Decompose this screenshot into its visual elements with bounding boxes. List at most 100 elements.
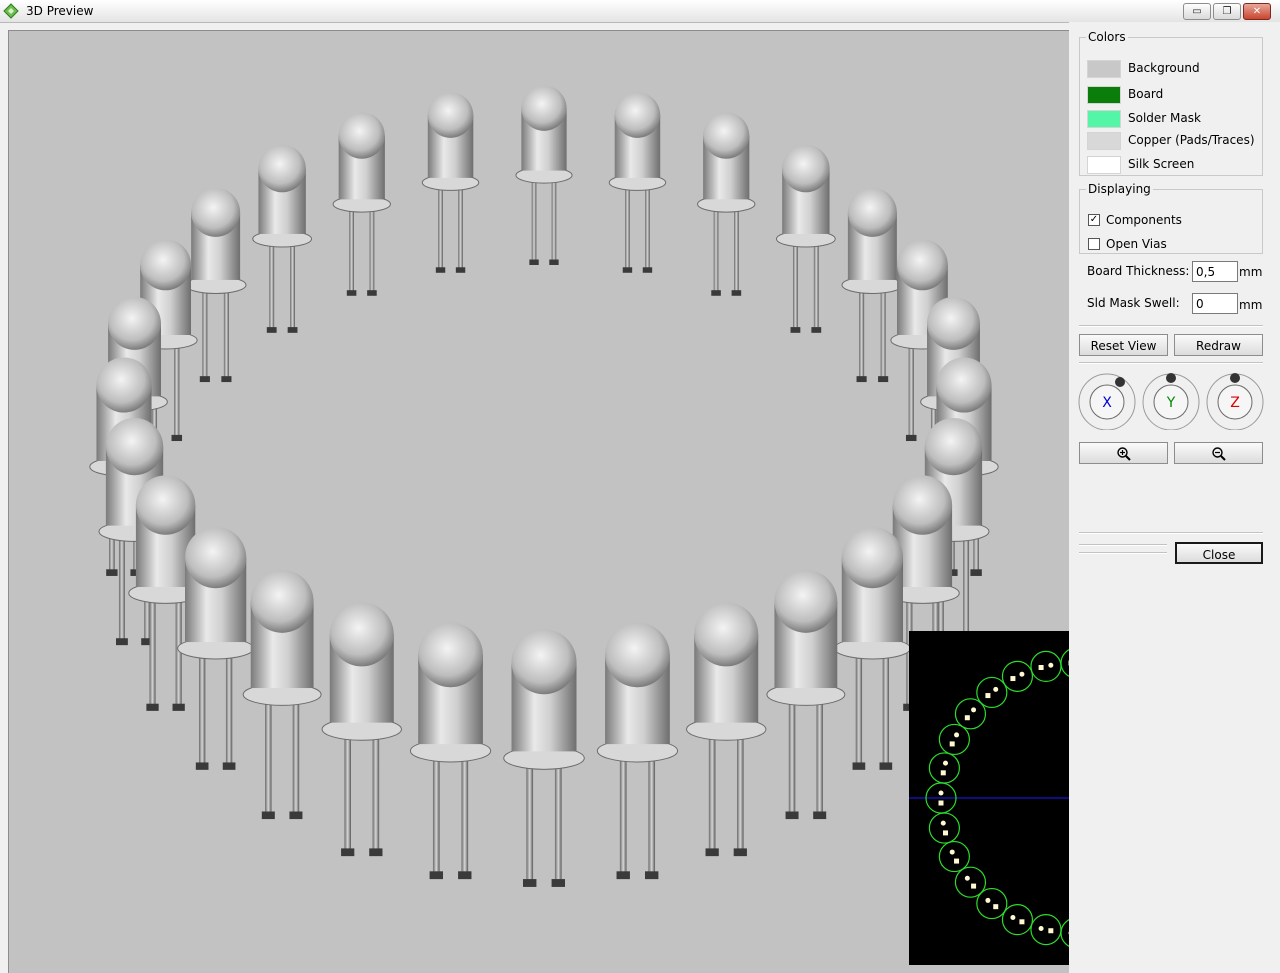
led-pad [195,762,209,770]
led-lead [645,185,650,272]
minimize-button[interactable]: ▭ [1183,3,1211,20]
color-swatch-copper[interactable] [1087,132,1121,150]
color-label-background: Background [1128,61,1200,75]
minimap-footprint [1001,904,1034,936]
led-lead [708,733,716,856]
led-dome [782,144,830,193]
led-pad [115,638,128,646]
led-pad [106,569,118,576]
separator [1079,552,1167,554]
y-knob-handle[interactable] [1166,373,1176,383]
zoom-in-button[interactable] [1079,442,1168,464]
led-lead [882,652,890,769]
displaying-legend: Displaying [1088,182,1151,196]
minimap-pad [940,770,946,776]
separator [1079,362,1263,364]
board-thickness-unit: mm [1239,265,1263,279]
led-pad [222,762,236,770]
color-swatch-solder-mask[interactable] [1087,110,1121,128]
colors-group: Colors Background Board Solder Mask Copp… [1079,30,1263,176]
led-lead [813,242,819,333]
minimap-pad [1038,664,1044,670]
minimap-footprint [1030,650,1062,682]
open-vias-label: Open Vias [1106,237,1167,251]
led-dome [924,417,983,476]
color-swatch-background[interactable] [1087,60,1121,78]
title-bar: 3D Preview ▭ ❐ ✕ [0,0,1280,23]
color-label-board: Board [1128,87,1164,101]
led-pad [551,879,566,887]
led-dome [703,112,750,159]
separator [1079,544,1167,546]
led-dome [605,622,670,688]
led-lead [880,288,886,382]
z-axis-rotate-knob[interactable]: Z [1205,370,1265,431]
led-pad [367,290,377,296]
restore-button[interactable]: ❐ [1213,3,1241,20]
led-dome [927,296,980,350]
color-swatch-silk-screen[interactable] [1087,156,1121,174]
led-component [766,570,846,820]
z-knob-handle[interactable] [1230,373,1240,383]
led-lead [202,288,208,382]
led-lead [198,652,206,769]
led-pad [711,290,721,296]
components-checkbox[interactable]: ✓ [1088,214,1100,226]
led-lead [531,178,537,265]
color-swatch-board[interactable] [1087,86,1121,104]
close-window-button[interactable]: ✕ [1243,3,1271,20]
x-axis-rotate-knob[interactable]: X [1077,370,1137,431]
led-dome [896,239,948,291]
led-lead [713,207,719,295]
led-dome [892,475,953,535]
board-thickness-input[interactable] [1192,261,1238,282]
led-dome [250,570,314,633]
reset-view-button[interactable]: Reset View [1079,334,1168,356]
led-pad [346,290,357,296]
led-pad [731,290,742,296]
led-pad [970,569,982,576]
led-dome [191,187,241,237]
close-button[interactable]: Close [1175,542,1263,564]
led-pad [811,327,822,333]
led-lead [816,698,823,818]
y-axis-rotate-knob[interactable]: Y [1141,370,1201,431]
led-lead [461,755,469,879]
minimap-pad [993,686,999,692]
led-pad [522,879,537,887]
led-lead [265,698,272,818]
minimap-pad [954,732,960,738]
minimap-pad [949,741,955,747]
minimap-pad [938,800,944,806]
led-lead [619,755,627,879]
led-dome [521,85,567,131]
minimap-pad [1019,919,1025,925]
led-pad [622,267,633,273]
led-pad [146,703,159,711]
minimap-footprint [954,866,987,898]
led-pad [856,376,867,383]
color-label-copper: Copper (Pads/Traces) [1128,133,1255,147]
minimap-footprint [1030,914,1062,946]
led-component [503,629,585,887]
minimap-pad [1010,914,1016,920]
led-pad [785,811,799,820]
zoom-out-button[interactable] [1174,442,1263,464]
window-title: 3D Preview [26,4,94,18]
redraw-button[interactable]: Redraw [1174,334,1263,356]
open-vias-checkbox[interactable] [1088,238,1100,250]
led-component [841,187,904,383]
y-axis-label: Y [1166,395,1176,411]
displaying-group: Displaying ✓ Components Open Vias [1079,182,1263,254]
sld-mask-swell-input[interactable] [1192,293,1238,314]
x-knob-handle[interactable] [1115,377,1125,387]
led-component [833,526,911,770]
led-dome [135,475,196,535]
led-dome [774,570,838,633]
z-axis-label: Z [1230,395,1240,411]
led-component [242,570,322,820]
minimap-pad [971,883,977,889]
led-pad [878,376,889,383]
minimap-pad [940,820,946,826]
minimap-footprint [976,676,1008,709]
